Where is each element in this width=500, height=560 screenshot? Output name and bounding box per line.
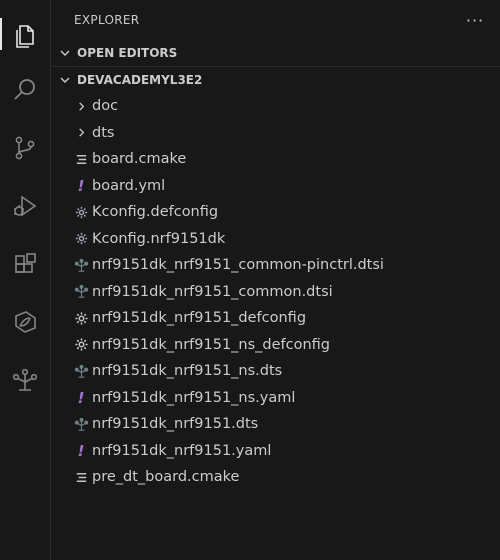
chevron-right-icon bbox=[73, 125, 89, 141]
explorer-header: EXPLORER ··· bbox=[51, 0, 500, 40]
tree-item-label: nrf9151dk_nrf9151_defconfig bbox=[92, 310, 307, 327]
tree-item-file[interactable]: ! board.yml bbox=[51, 173, 500, 200]
yaml-icon: ! bbox=[77, 441, 85, 460]
tree-item-file[interactable]: nrf9151dk_nrf9151.dts bbox=[51, 411, 500, 438]
devicetree-activity[interactable] bbox=[0, 358, 50, 402]
tree-item-label: dts bbox=[92, 124, 115, 141]
explorer-title: EXPLORER bbox=[74, 13, 140, 27]
tree-item-file[interactable]: Kconfig.defconfig bbox=[51, 199, 500, 226]
source-control-icon bbox=[15, 136, 35, 160]
tree-item-label: nrf9151dk_nrf9151.yaml bbox=[92, 442, 272, 459]
tree-item-file[interactable]: nrf9151dk_nrf9151_ns.dts bbox=[51, 358, 500, 385]
kconfig-gear-icon bbox=[73, 231, 89, 247]
lines-file-icon bbox=[73, 151, 89, 167]
more-actions-button[interactable]: ··· bbox=[464, 9, 486, 31]
devicetree-icon bbox=[12, 368, 38, 391]
devicetree-file-icon bbox=[73, 284, 89, 300]
file-tree: doc dts board.cmake ! board.yml Kconfig.… bbox=[51, 92, 500, 491]
tree-item-file[interactable]: nrf9151dk_nrf9151_ns_defconfig bbox=[51, 332, 500, 359]
run-debug-icon bbox=[14, 195, 37, 217]
source-control-activity[interactable] bbox=[0, 126, 50, 170]
tree-item-folder[interactable]: dts bbox=[51, 120, 500, 147]
tree-item-folder[interactable]: doc bbox=[51, 93, 500, 120]
yaml-icon: ! bbox=[77, 176, 85, 195]
explorer-sidebar: EXPLORER ··· OPEN EDITORS DEVACADEMYL3E2… bbox=[51, 0, 500, 560]
yaml-icon: ! bbox=[77, 388, 85, 407]
tree-item-file[interactable]: ! nrf9151dk_nrf9151.yaml bbox=[51, 438, 500, 465]
search-activity[interactable] bbox=[0, 68, 50, 112]
devicetree-file-icon bbox=[73, 416, 89, 432]
tree-item-label: doc bbox=[92, 98, 119, 115]
tree-item-file[interactable]: pre_dt_board.cmake bbox=[51, 464, 500, 491]
extensions-icon bbox=[15, 253, 36, 273]
tree-item-label: nrf9151dk_nrf9151_ns_defconfig bbox=[92, 336, 331, 353]
tree-item-file[interactable]: Kconfig.nrf9151dk bbox=[51, 226, 500, 253]
settings-gear-icon bbox=[73, 337, 89, 353]
extensions-activity[interactable] bbox=[0, 243, 50, 287]
chevron-down-icon bbox=[57, 72, 73, 88]
files-icon bbox=[16, 25, 34, 48]
chevron-right-icon bbox=[73, 98, 89, 114]
settings-gear-icon bbox=[73, 310, 89, 326]
tree-item-file[interactable]: ! nrf9151dk_nrf9151_ns.yaml bbox=[51, 385, 500, 412]
search-icon bbox=[14, 79, 35, 100]
run-debug-activity[interactable] bbox=[0, 184, 50, 228]
tree-item-label: nrf9151dk_nrf9151_common-pinctrl.dtsi bbox=[92, 257, 384, 274]
nrf-connect-activity[interactable] bbox=[0, 300, 50, 344]
tree-item-label: nrf9151dk_nrf9151_common.dtsi bbox=[92, 283, 333, 300]
kconfig-gear-icon bbox=[73, 204, 89, 220]
open-editors-header[interactable]: OPEN EDITORS bbox=[51, 40, 500, 66]
tree-item-label: board.yml bbox=[92, 177, 166, 194]
open-editors-label: OPEN EDITORS bbox=[77, 46, 178, 60]
devicetree-file-icon bbox=[73, 257, 89, 273]
explorer-activity[interactable] bbox=[0, 12, 50, 56]
tree-item-file[interactable]: nrf9151dk_nrf9151_defconfig bbox=[51, 305, 500, 332]
vscode-window: EXPLORER ··· OPEN EDITORS DEVACADEMYL3E2… bbox=[0, 0, 500, 560]
tree-item-label: nrf9151dk_nrf9151.dts bbox=[92, 416, 259, 433]
nrf-connect-icon bbox=[15, 311, 36, 333]
tree-item-label: Kconfig.nrf9151dk bbox=[92, 230, 226, 247]
tree-item-label: board.cmake bbox=[92, 151, 187, 168]
tree-item-label: nrf9151dk_nrf9151_ns.yaml bbox=[92, 389, 296, 406]
tree-item-label: nrf9151dk_nrf9151_ns.dts bbox=[92, 363, 283, 380]
chevron-down-icon bbox=[57, 45, 73, 61]
workspace-folder-label: DEVACADEMYL3E2 bbox=[77, 72, 203, 87]
tree-item-label: Kconfig.defconfig bbox=[92, 204, 219, 221]
devicetree-file-icon bbox=[73, 363, 89, 379]
activity-bar bbox=[0, 0, 51, 560]
lines-file-icon bbox=[73, 469, 89, 485]
tree-item-file[interactable]: nrf9151dk_nrf9151_common-pinctrl.dtsi bbox=[51, 252, 500, 279]
workspace-folder-header[interactable]: DEVACADEMYL3E2 bbox=[51, 66, 500, 92]
tree-item-file[interactable]: board.cmake bbox=[51, 146, 500, 173]
tree-item-label: pre_dt_board.cmake bbox=[92, 469, 240, 486]
tree-item-file[interactable]: nrf9151dk_nrf9151_common.dtsi bbox=[51, 279, 500, 306]
